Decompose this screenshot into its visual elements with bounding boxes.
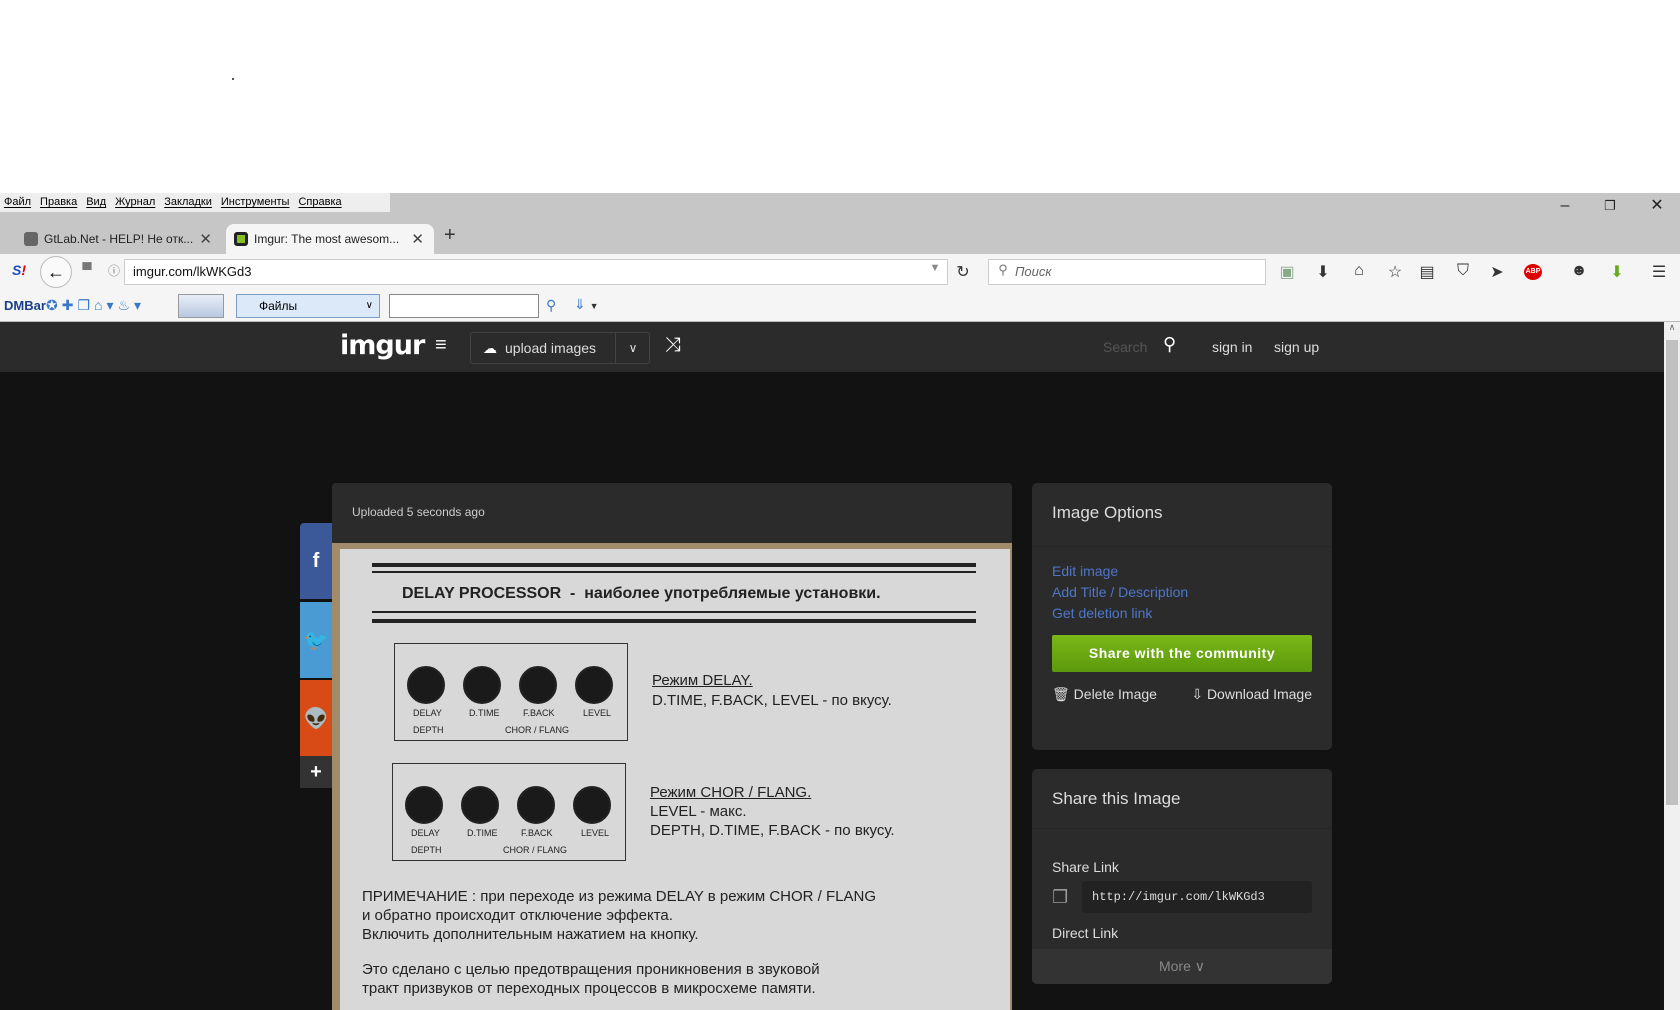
- files-dropdown-label: Файлы: [259, 299, 298, 313]
- download-label: Download Image: [1206, 686, 1312, 702]
- files-dropdown[interactable]: Файлы ∨: [236, 294, 380, 318]
- hand-button[interactable]: [178, 294, 224, 318]
- share-community-button[interactable]: Share with the community: [1052, 635, 1312, 672]
- knob-panel-delay: DELAY D.TIME F.BACK LEVEL DEPTH CHOR / FLANG: [394, 643, 628, 741]
- cloud-upload-icon: ☁: [483, 339, 497, 356]
- menu-help[interactable]: Справка: [298, 193, 341, 212]
- tab-bar: GtLab.Net - HELP! Не отк... ✕ Imgur: The…: [0, 212, 1680, 254]
- dmbar-logo[interactable]: DMBar: [4, 298, 46, 313]
- share-link-input[interactable]: http://imgur.com/lkWKGd3: [1082, 881, 1312, 913]
- trash-icon: 🗑: [1052, 686, 1074, 702]
- menu-file[interactable]: Файл: [4, 193, 31, 212]
- get-deletion-link[interactable]: Get deletion link: [1052, 605, 1312, 621]
- random-shuffle-icon[interactable]: ⤨: [665, 334, 681, 357]
- search-placeholder: Поиск: [1015, 264, 1052, 279]
- chevron-down-icon: ∨: [365, 300, 373, 311]
- add-title-link[interactable]: Add Title / Description: [1052, 584, 1312, 600]
- url-bar[interactable]: imgur.com/lkWKGd3: [124, 259, 948, 285]
- more-label: More: [1158, 958, 1191, 974]
- search-input[interactable]: Поиск: [988, 259, 1266, 285]
- downloads-icon[interactable]: ⬇: [1312, 262, 1334, 282]
- imgur-favicon: [234, 232, 248, 246]
- note-text: ПРИМЕЧАНИЕ : при переходе из режима DELA…: [362, 888, 876, 997]
- close-tab-icon[interactable]: ✕: [199, 230, 212, 248]
- knob-panel-chorus: DELAY D.TIME F.BACK LEVEL DEPTH CHOR / FLANG: [392, 763, 626, 861]
- chevron-down-icon[interactable]: ∨: [615, 333, 650, 363]
- new-tab-button[interactable]: +: [444, 224, 456, 247]
- delete-label: Delete Image: [1073, 686, 1157, 702]
- menu-icon[interactable]: ≡: [435, 334, 447, 357]
- menu-bookmarks[interactable]: Закладки: [164, 193, 212, 212]
- reading-list-icon[interactable]: ▤: [1416, 262, 1438, 282]
- imgur-search-input[interactable]: Search: [1103, 339, 1147, 355]
- upload-images-button[interactable]: ☁ upload images ∨: [470, 332, 650, 364]
- page-icon: ▀: [82, 262, 92, 277]
- edit-image-link[interactable]: Edit image: [1052, 563, 1312, 579]
- download-image-button[interactable]: ⇩ Download Image: [1191, 686, 1312, 703]
- download-helper-icon[interactable]: ⬇: [1606, 262, 1628, 282]
- tab-title: Imgur: The most awesom...: [254, 232, 400, 246]
- reddit-share-button[interactable]: 👽: [300, 680, 332, 756]
- bookmark-star-icon[interactable]: ☆: [1384, 262, 1406, 282]
- upload-label: upload images: [505, 340, 597, 356]
- tab-title: GtLab.Net - HELP! Не отк...: [44, 232, 194, 246]
- scroll-up-icon[interactable]: ∧: [1664, 322, 1680, 333]
- share-link-label: Share Link: [1052, 859, 1119, 875]
- send-icon[interactable]: ➤: [1486, 262, 1508, 282]
- imgur-header: imgur ≡ ☁ upload images ∨ ⤨ Search ⚲ sig…: [0, 322, 1664, 372]
- more-share-button[interactable]: +: [300, 756, 332, 788]
- dmbar-search-input[interactable]: [389, 294, 539, 318]
- back-button[interactable]: ←: [40, 256, 72, 288]
- menu-tools[interactable]: Инструменты: [221, 193, 290, 212]
- dmbar-tool-icons[interactable]: ✪✚❐⌂▾♨▾: [46, 297, 145, 314]
- menu-edit[interactable]: Правка: [40, 193, 77, 212]
- home-icon[interactable]: ⌂: [1348, 262, 1370, 280]
- sign-in-link[interactable]: sign in: [1212, 339, 1252, 355]
- search-icon: ⚲: [998, 262, 1008, 277]
- addon-icon[interactable]: ▣: [1276, 262, 1298, 282]
- adblock-icon[interactable]: ABP: [1524, 264, 1542, 280]
- delete-image-button[interactable]: 🗑 Delete Image: [1052, 686, 1157, 703]
- pocket-icon[interactable]: ⛉: [1452, 262, 1474, 280]
- search-icon[interactable]: ⚲: [1163, 334, 1176, 355]
- uploaded-photo: DELAY PROCESSOR - наиболее употребляемые…: [340, 549, 1010, 1010]
- chevron-down-icon: ∨: [1194, 958, 1206, 974]
- imgur-logo[interactable]: imgur: [340, 330, 425, 361]
- url-text: imgur.com/lkWKGd3: [133, 264, 252, 279]
- mode-chorus-text: Режим CHOR / FLANG. LEVEL - макс. DEPTH, D…: [650, 784, 895, 839]
- bookmarks-toolbar: DMBar ✪✚❐⌂▾♨▾ Файлы ∨ ⚲ ⇓ ▼: [0, 290, 1680, 322]
- download-circle-icon: ⇩: [1191, 686, 1207, 702]
- nav-bar: S! ← ▀ ⓘ imgur.com/lkWKGd3 ▼ ↻ Поиск ⚲ ▣…: [0, 254, 1680, 290]
- menu-history[interactable]: Журнал: [115, 193, 155, 212]
- direct-link-label: Direct Link: [1052, 925, 1119, 941]
- photo-title: DELAY PROCESSOR - наиболее употребляемые…: [402, 585, 881, 602]
- tab-gtlab[interactable]: GtLab.Net - HELP! Не отк... ✕: [16, 224, 222, 254]
- magnifier-icon[interactable]: ⚲: [546, 297, 556, 314]
- image-options-panel: Image Options Edit image Add Title / Des…: [1032, 483, 1332, 750]
- menu-view[interactable]: Вид: [86, 193, 106, 212]
- upload-time: Uploaded 5 seconds ago: [352, 505, 485, 519]
- image-options-title: Image Options: [1032, 483, 1332, 547]
- chat-icon[interactable]: ☻: [1568, 262, 1590, 280]
- copy-icon[interactable]: ❐: [1052, 887, 1082, 908]
- hamburger-menu-icon[interactable]: ☰: [1648, 262, 1670, 282]
- close-tab-icon[interactable]: ✕: [411, 230, 424, 248]
- scrollbar-thumb[interactable]: [1666, 340, 1678, 805]
- mode-delay-text: Режим DELAY. D.TIME, F.BACK, LEVEL - по в…: [652, 672, 892, 709]
- menu-bar: Файл Правка Вид Журнал Закладки Инструме…: [0, 193, 1680, 212]
- info-icon[interactable]: ⓘ: [103, 262, 125, 279]
- stray-dot: [232, 78, 234, 80]
- tab-imgur[interactable]: Imgur: The most awesom... ✕: [226, 224, 434, 254]
- more-button[interactable]: More ∨: [1032, 949, 1332, 984]
- share-image-title: Share this Image: [1032, 769, 1332, 829]
- reload-icon[interactable]: ↻: [952, 262, 974, 282]
- url-dropdown-icon[interactable]: ▼: [924, 262, 946, 274]
- twitter-share-button[interactable]: 🐦: [300, 602, 332, 678]
- addon-s-icon[interactable]: S!: [8, 262, 30, 278]
- gtlab-favicon: [24, 232, 38, 246]
- share-image-panel: Share this Image Share Link ❐ http://img…: [1032, 769, 1332, 984]
- facebook-share-button[interactable]: f: [300, 523, 332, 599]
- sign-up-link[interactable]: sign up: [1274, 339, 1319, 355]
- download-arrow-icon[interactable]: ⇓ ▼: [574, 296, 599, 313]
